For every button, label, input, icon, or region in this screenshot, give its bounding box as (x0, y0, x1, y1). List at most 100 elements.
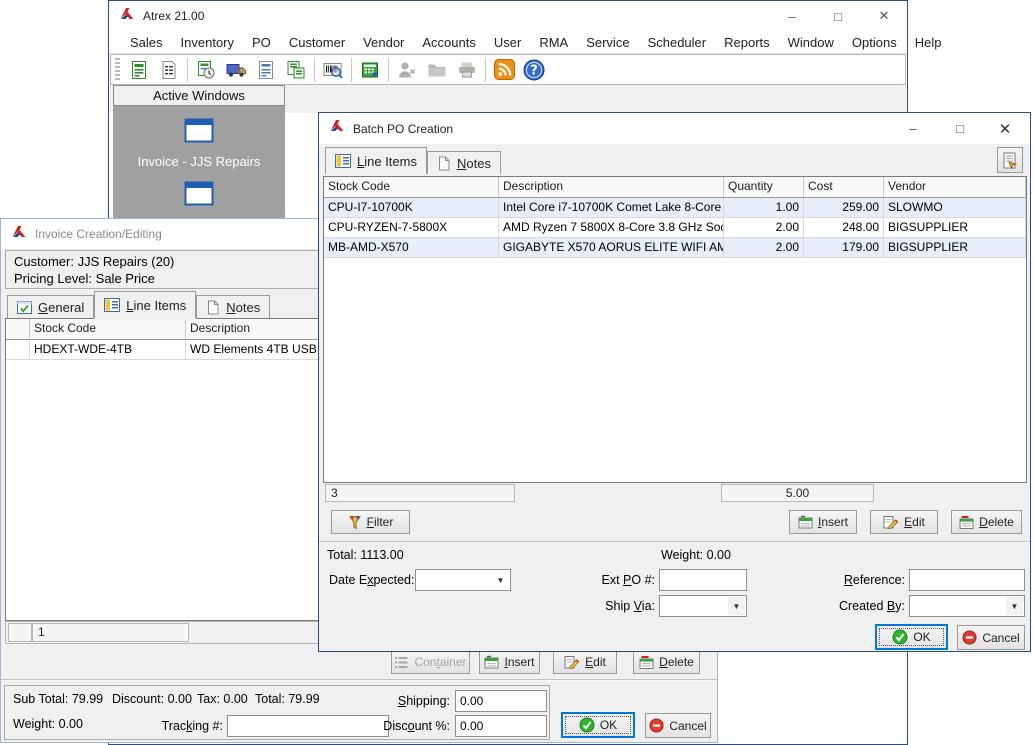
delete-button[interactable]: Delete (633, 650, 700, 674)
edit-pencil-icon (883, 515, 899, 529)
folder-icon[interactable] (422, 56, 452, 84)
delete-button[interactable]: Delete (951, 510, 1022, 534)
printer-icon[interactable] (452, 56, 482, 84)
tab-notes[interactable]: Notes (427, 151, 501, 174)
container-icon (394, 656, 409, 669)
menu-customer[interactable]: Customer (280, 32, 354, 53)
main-titlebar[interactable]: Atrex 21.00 – □ ✕ (109, 1, 907, 31)
minimize-icon[interactable]: – (769, 1, 815, 31)
header-stock-code[interactable]: Stock Code (324, 177, 499, 198)
discount-text: Discount: 0.00 (112, 692, 192, 706)
chevron-down-icon[interactable]: ▼ (1006, 597, 1023, 615)
reference-label: Reference: (781, 573, 905, 587)
menu-window[interactable]: Window (779, 32, 843, 53)
menu-bar: Sales Inventory PO Customer Vendor Accou… (109, 31, 907, 54)
tab-notes[interactable]: Notes (196, 295, 270, 318)
container-button[interactable]: Container (391, 650, 470, 674)
header-quantity[interactable]: Quantity (724, 177, 804, 198)
batch-tabbar: Line Items Notes (325, 146, 501, 174)
schedule-icon[interactable] (191, 56, 221, 84)
cell-vendor: BIGSUPPLIER (884, 218, 1026, 238)
insert-button[interactable]: Insert (789, 510, 857, 534)
header-cost[interactable]: Cost (804, 177, 884, 198)
shipping-truck-icon[interactable] (221, 56, 251, 84)
minimize-icon[interactable]: – (890, 113, 936, 144)
help-icon[interactable]: ? (519, 56, 549, 84)
grid-customize-button[interactable] (997, 147, 1023, 173)
menu-inventory[interactable]: Inventory (172, 32, 243, 53)
filter-button[interactable]: Filter (331, 510, 410, 534)
header-vendor[interactable]: Vendor (884, 177, 1026, 198)
tab-general[interactable]: General (7, 295, 94, 318)
menu-po[interactable]: PO (243, 32, 280, 53)
maximize-icon[interactable]: □ (937, 113, 983, 144)
ok-check-icon (579, 717, 595, 733)
button-label: Cancel (669, 719, 706, 733)
header-stock-code[interactable]: Stock Code (30, 319, 186, 340)
barcode-search-icon[interactable] (318, 56, 348, 84)
toolbar-grip[interactable] (115, 58, 120, 82)
status-row-count: 1 (32, 623, 189, 642)
maximize-icon[interactable]: □ (815, 1, 861, 31)
menu-options[interactable]: Options (843, 32, 906, 53)
date-expected-combo[interactable]: ▼ (415, 569, 511, 591)
chevron-down-icon[interactable]: ▼ (492, 571, 509, 589)
tab-line-items[interactable]: Line Items (325, 147, 427, 174)
table-row[interactable]: CPU-RYZEN-7-5800X AMD Ryzen 7 5800X 8-Co… (324, 218, 1026, 238)
cell-stock-code: HDEXT-WDE-4TB (30, 340, 186, 360)
list-icon (335, 154, 351, 168)
button-label: OK (600, 718, 617, 732)
discount-pct-input[interactable] (455, 715, 547, 737)
table-row[interactable]: MB-AMD-X570 GIGABYTE X570 AORUS ELITE WI… (324, 238, 1026, 258)
ext-po-input[interactable] (659, 569, 747, 591)
window-icon (184, 181, 214, 211)
calendar-icon[interactable] (355, 56, 385, 84)
rss-icon[interactable] (489, 56, 519, 84)
table-row[interactable]: CPU-I7-10700K Intel Core i7-10700K Comet… (324, 198, 1026, 218)
shipping-input[interactable] (455, 690, 547, 712)
invoice-tabbar: General Line Items Notes (7, 291, 270, 318)
menu-rma[interactable]: RMA (530, 32, 577, 53)
tab-line-items[interactable]: Line Items (94, 291, 196, 318)
ok-button[interactable]: OK (561, 712, 635, 738)
header-description[interactable]: Description (499, 177, 724, 198)
menu-help[interactable]: Help (906, 32, 951, 53)
reference-input[interactable] (909, 569, 1025, 591)
delete-icon (639, 655, 654, 669)
invoice-window-title: Invoice Creation/Editing (35, 227, 162, 241)
cell-stock-code: CPU-I7-10700K (324, 198, 499, 218)
batch-grid-statusbar: 3 5.00 (323, 483, 1027, 503)
menu-service[interactable]: Service (577, 32, 638, 53)
active-windows-header[interactable]: Active Windows (113, 85, 285, 106)
menu-reports[interactable]: Reports (715, 32, 779, 53)
button-label: Edit (585, 655, 606, 669)
menu-user[interactable]: User (485, 32, 530, 53)
insert-button[interactable]: Insert (479, 650, 540, 674)
active-window-item-invoice[interactable]: Invoice - JJS Repairs (138, 118, 261, 169)
cancel-button[interactable]: Cancel (957, 625, 1025, 650)
header-indicator[interactable] (6, 319, 30, 340)
menu-sales[interactable]: Sales (121, 32, 172, 53)
price-list-icon[interactable] (154, 56, 184, 84)
document-icon[interactable] (251, 56, 281, 84)
user-icon[interactable] (392, 56, 422, 84)
menu-vendor[interactable]: Vendor (354, 32, 413, 53)
batch-weight-text: Weight: 0.00 (661, 548, 731, 562)
edit-button[interactable]: Edit (870, 510, 938, 534)
cancel-button[interactable]: Cancel (645, 713, 711, 738)
close-icon[interactable]: ✕ (982, 113, 1028, 144)
edit-button[interactable]: Edit (553, 650, 617, 674)
copy-documents-icon[interactable] (281, 56, 311, 84)
invoice-summary-panel: Sub Total: 79.99 Discount: 0.00 Tax: 0.0… (4, 685, 550, 740)
chevron-down-icon[interactable]: ▼ (728, 597, 745, 615)
close-icon[interactable]: ✕ (861, 1, 907, 31)
menu-scheduler[interactable]: Scheduler (639, 32, 716, 53)
menu-accounts[interactable]: Accounts (413, 32, 484, 53)
cell-description: GIGABYTE X570 AORUS ELITE WIFI AM4 AI (499, 238, 724, 258)
ok-button[interactable]: OK (875, 624, 948, 650)
batch-titlebar[interactable]: Batch PO Creation – □ ✕ (319, 113, 1030, 144)
tab-label: Line Items (126, 298, 186, 313)
invoice-icon[interactable] (124, 56, 154, 84)
ship-via-combo[interactable]: ▼ (659, 595, 747, 617)
created-by-combo[interactable]: ▼ (909, 595, 1025, 617)
